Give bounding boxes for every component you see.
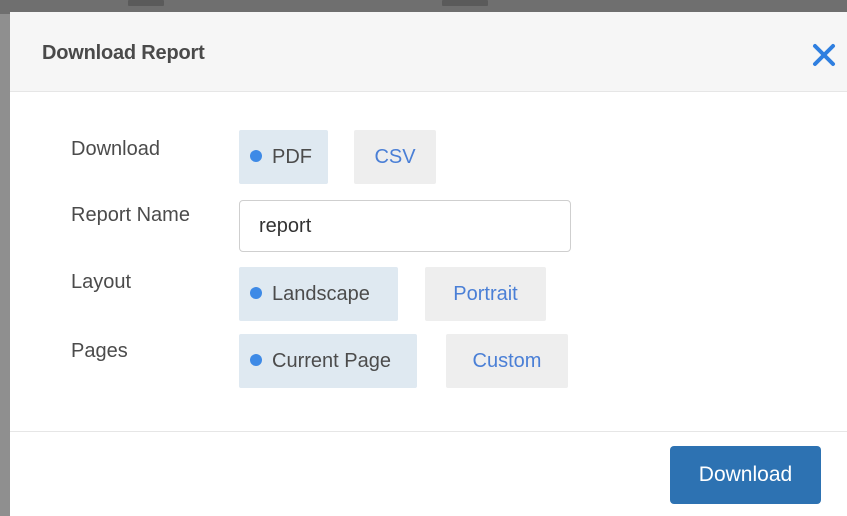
dialog-header: Download Report xyxy=(10,12,847,92)
dialog-title: Download Report xyxy=(42,42,205,64)
option-custom[interactable]: Custom xyxy=(446,334,568,388)
option-csv-label: CSV xyxy=(374,146,416,168)
dialog-footer: Download xyxy=(10,431,847,516)
option-landscape-label: Landscape xyxy=(272,283,370,305)
layout-label: Layout xyxy=(71,271,132,293)
option-csv[interactable]: CSV xyxy=(354,130,436,184)
option-portrait[interactable]: Portrait xyxy=(425,267,546,321)
radio-selected-dot-icon xyxy=(250,353,262,366)
download-report-dialog: Download Report Download PDF CSV Report … xyxy=(10,12,847,516)
close-button[interactable] xyxy=(809,40,839,70)
backdrop-text-fragment xyxy=(442,0,488,6)
radio-selected-dot-icon xyxy=(250,286,262,299)
option-portrait-label: Portrait xyxy=(453,283,518,305)
option-custom-label: Custom xyxy=(472,350,542,372)
layout-row: Layout Landscape Portrait xyxy=(10,267,847,321)
report-name-row: Report Name xyxy=(10,200,847,254)
radio-selected-dot-icon xyxy=(250,149,262,162)
option-pdf-label: PDF xyxy=(272,146,312,168)
report-name-input[interactable] xyxy=(239,200,571,252)
option-pdf[interactable]: PDF xyxy=(239,130,328,184)
pages-label: Pages xyxy=(71,340,128,362)
report-name-label: Report Name xyxy=(71,204,190,226)
option-current-page-label: Current Page xyxy=(272,350,391,372)
pages-row: Pages Current Page Custom xyxy=(10,334,847,388)
download-label: Download xyxy=(71,138,160,160)
option-current-page[interactable]: Current Page xyxy=(239,334,417,388)
backdrop-text-fragment xyxy=(128,0,164,6)
option-landscape[interactable]: Landscape xyxy=(239,267,398,321)
close-icon xyxy=(813,44,835,66)
download-format-row: Download PDF CSV xyxy=(10,130,847,184)
download-button[interactable]: Download xyxy=(670,446,821,504)
